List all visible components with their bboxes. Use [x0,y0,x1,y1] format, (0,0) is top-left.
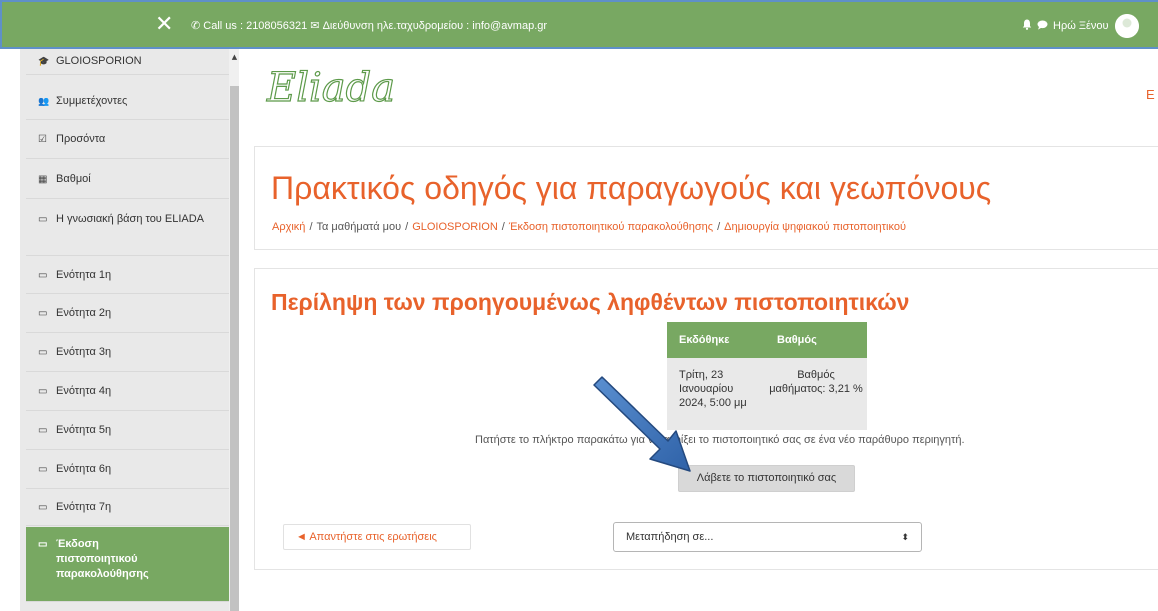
breadcrumb-home[interactable]: Αρχική [272,221,305,233]
contact-info: ✆ Call us : 2108056321 ✉ Διεύθυνση ηλε.τ… [191,19,547,33]
user-menu[interactable]: Ηρώ Ξένου [1022,12,1139,40]
bell-icon[interactable] [1022,19,1032,33]
folder-icon: ▭ [38,269,48,281]
certificates-heading: Περίληψη των προηγουμένως ληφθέντων πιστ… [271,289,910,315]
checkbox-icon: ☑ [38,134,47,145]
folder-icon: ▭ [38,347,48,358]
graduation-cap-icon: 🎓 [38,56,50,66]
sidebar-item-section-2[interactable]: ▭ Ενότητα 2η [26,295,230,333]
sidebar-item-label: Ενότητα 1η [56,268,112,281]
sidebar-item-section-5[interactable]: ▭ Ενότητα 5η [26,412,230,450]
sidebar-item-section-1[interactable]: ▭ Ενότητα 1η [26,257,230,294]
sidebar-item-participants[interactable]: 👥 Συμμετέχοντες [26,84,230,120]
logo-text: Eliada [266,65,395,111]
breadcrumb-section[interactable]: Έκδοση πιστοποιητικού παρακολούθησης [509,221,713,233]
avatar-icon[interactable] [1114,14,1139,38]
sidebar-item-label: Η γνωσιακή βάση του ELIADA [56,213,205,225]
jump-to-value: Μεταπήδηση σε... [626,531,714,543]
grade-cell: Βαθμός μαθήματος: 3,21 % [765,358,867,430]
sidebar-scrollbar-thumb[interactable] [230,86,239,611]
breadcrumb-activity[interactable]: Δημιουργία ψηφιακού πιστοποιητικού [724,221,906,233]
breadcrumb-separator: / [717,221,721,233]
breadcrumb-separator: / [309,221,313,233]
sidebar-item-label: GLOIOSPORION [56,55,142,67]
select-caret-icon: ⬍ [901,532,909,542]
previous-activity-link[interactable]: ◄ Απαντήστε στις ερωτήσεις [283,524,471,550]
phone-icon: ✆ [191,20,201,32]
jump-to-select[interactable]: Μεταπήδηση σε... ⬍ [613,522,922,552]
breadcrumb-course[interactable]: GLOIOSPORION [412,221,498,233]
table-header-row: Εκδόθηκε Βαθμός [667,322,867,358]
sidebar-item-course[interactable]: 🎓 GLOIOSPORION [26,49,230,75]
top-nav-partial-text[interactable]: E [1146,87,1155,102]
sidebar-item-label: Έκδοση πιστοποιητικού παρακολούθησης [56,538,149,580]
sidebar-item-label: Βαθμοί [56,172,91,185]
sidebar-item-label: Ενότητα 5η [56,424,112,436]
page-title: Πρακτικός οδηγός για παραγωγούς και γεωπ… [271,170,992,206]
sidebar-item-section-6[interactable]: ▭ Ενότητα 6η [26,451,230,489]
breadcrumb-my-courses[interactable]: Τα μαθήματά μου [317,221,402,233]
folder-icon: ▭ [38,214,48,225]
sidebar-item-label: Προσόντα [56,133,106,145]
table-icon: ▦ [38,173,48,185]
sidebar-item-competencies[interactable]: ☑ Προσόντα [26,121,230,159]
folder-icon: ▭ [38,308,48,319]
sidebar-item-label: Ενότητα 4η [56,385,112,397]
folder-icon: ▭ [38,425,48,436]
eliada-logo[interactable]: Eliada [265,57,435,117]
user-name[interactable]: Ηρώ Ξένου [1053,20,1109,32]
sidebar-item-section-7[interactable]: ▭ Ενότητα 7η [26,490,230,526]
sidebar-item-label: Ενότητα 7η [56,501,112,513]
chat-icon[interactable] [1037,20,1048,33]
sidebar-item-label: Συμμετέχοντες [56,95,128,107]
folder-icon: ▭ [38,386,48,397]
folder-icon: ▭ [38,502,48,513]
sidebar-item-section-4[interactable]: ▭ Ενότητα 4η [26,373,230,411]
close-icon[interactable]: ✕ [155,12,173,38]
breadcrumb-separator: / [501,221,505,233]
course-sidebar: 🎓 GLOIOSPORION 👥 Συμμετέχοντες ☑ Προσόντ… [20,49,239,611]
column-header-grade: Βαθμός [765,322,867,358]
sidebar-item-knowledge-base[interactable]: ▭ Η γνωσιακή βάση του ELIADA [26,200,230,256]
annotation-arrow-icon [593,376,691,472]
get-certificate-button[interactable]: Λάβετε το πιστοποιητικό σας [678,465,855,492]
folder-icon: ▭ [38,464,48,475]
top-bar: ✕ ✆ Call us : 2108056321 ✉ Διεύθυνση ηλε… [0,0,1158,49]
column-header-issued: Εκδόθηκε [667,322,765,358]
sidebar-item-section-3[interactable]: ▭ Ενότητα 3η [26,334,230,372]
sidebar-item-label: Ενότητα 3η [56,346,112,358]
instruction-text: Πατήστε το πλήκτρο παρακάτω για να ανοίξ… [475,434,965,446]
scroll-up-icon[interactable]: ▲ [230,53,239,63]
sidebar-item-label: Ενότητα 6η [56,463,112,475]
sidebar-item-label: Ενότητα 2η [56,307,112,319]
sidebar-item-certificate[interactable]: ▭ Έκδοση πιστοποιητικού παρακολούθησης [26,527,230,602]
breadcrumb: Αρχική / Τα μαθήματά μου / GLOIOSPORION / Έκδο… [272,220,906,234]
breadcrumb-separator: / [405,221,409,233]
contact-text: Call us : 2108056321 ✉ Διεύθυνση ηλε.ταχ… [203,20,548,32]
sidebar-item-grades[interactable]: ▦ Βαθμοί [26,160,230,199]
users-icon: 👥 [38,96,50,106]
folder-icon: ▭ [38,539,48,550]
screenshot-frame: ✕ ✆ Call us : 2108056321 ✉ Διεύθυνση ηλε… [0,0,1158,611]
